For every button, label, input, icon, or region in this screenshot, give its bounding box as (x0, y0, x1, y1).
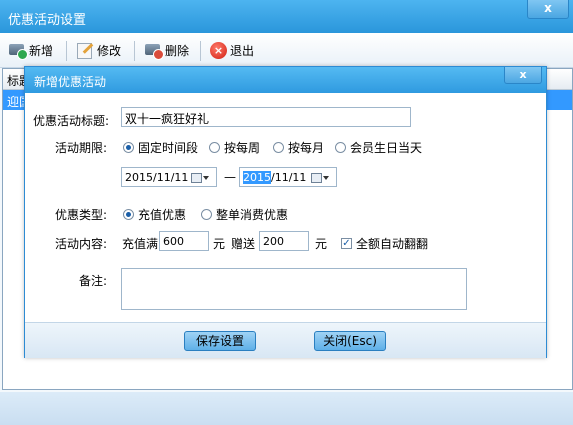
period-label: 活动期限: (55, 141, 108, 155)
period-weekly-label: 按每周 (224, 141, 261, 155)
exit-x-icon: × (210, 41, 227, 59)
toolbar-divider (66, 41, 67, 61)
auto-double-checkbox[interactable]: ✓ 全额自动翻翻 (341, 235, 428, 252)
period-fixed-radio[interactable]: 固定时间段 (123, 139, 198, 156)
bonus-unit-label: 元 (315, 237, 328, 251)
edit-button[interactable]: 修改 (76, 39, 121, 61)
toolbar-divider (134, 41, 135, 61)
dialog-close-button[interactable]: x (504, 67, 542, 84)
add-promotion-dialog: 新增优惠活动 x 优惠活动标题: 双十一疯狂好礼 活动期限: 固定时间段 按每周… (24, 66, 547, 358)
auto-double-label: 全额自动翻翻 (356, 237, 429, 251)
end-date-rest: /11/11 (271, 171, 307, 184)
main-title-bar: 优惠活动设置 x (0, 0, 573, 33)
dialog-title-bar: 新增优惠活动 x (25, 67, 546, 93)
radio-unselected-icon (201, 209, 212, 220)
type-order-label: 整单消费优惠 (216, 208, 289, 222)
start-date-value: 2015/11/11 (125, 171, 189, 184)
start-date-picker[interactable]: 2015/11/11 (121, 167, 217, 187)
calendar-dropdown-icon[interactable] (311, 171, 333, 184)
radio-unselected-icon (209, 142, 220, 153)
type-order-radio[interactable]: 整单消费优惠 (201, 206, 288, 223)
delete-button-label: 删除 (165, 43, 190, 58)
period-fixed-label: 固定时间段 (138, 141, 199, 155)
promotion-type-label: 优惠类型: (55, 208, 108, 222)
radio-unselected-icon (335, 142, 346, 153)
recharge-full-label: 充值满 (122, 237, 159, 251)
end-date-year-highlight: 2015 (243, 171, 271, 184)
end-date-picker[interactable]: 2015/11/11 (239, 167, 337, 187)
save-settings-button[interactable]: 保存设置 (184, 331, 256, 351)
bonus-amount-input[interactable]: 200 (259, 231, 309, 251)
period-birthday-label: 会员生日当天 (350, 141, 423, 155)
main-close-button[interactable]: x (527, 0, 569, 19)
type-recharge-radio[interactable]: 充值优惠 (123, 206, 186, 223)
toolbar: 新增 修改 删除 × 退出 (0, 33, 573, 68)
radio-selected-icon (123, 209, 134, 220)
radio-unselected-icon (273, 142, 284, 153)
checkbox-checked-icon: ✓ (341, 238, 352, 249)
type-recharge-label: 充值优惠 (138, 208, 187, 222)
bonus-label: 赠送 (231, 237, 256, 251)
period-monthly-radio[interactable]: 按每月 (273, 139, 324, 156)
database-delete-icon (144, 42, 164, 60)
remark-textarea[interactable] (121, 268, 467, 310)
toolbar-divider (200, 41, 201, 61)
recharge-amount-input[interactable]: 600 (159, 231, 209, 251)
calendar-dropdown-icon[interactable] (191, 171, 213, 184)
dialog-title: 新增优惠活动 (34, 75, 107, 89)
radio-selected-icon (123, 142, 134, 153)
remark-label: 备注: (79, 274, 108, 288)
edit-button-label: 修改 (97, 43, 122, 58)
period-monthly-label: 按每月 (288, 141, 325, 155)
pencil-edit-icon (76, 42, 94, 59)
end-date-value: 2015/11/11 (243, 171, 306, 184)
promotion-title-input[interactable]: 双十一疯狂好礼 (121, 107, 411, 127)
add-button[interactable]: 新增 (8, 39, 53, 61)
date-separator: — (224, 170, 236, 184)
dialog-footer: 保存设置 关闭(Esc) (25, 322, 546, 358)
close-esc-button[interactable]: 关闭(Esc) (314, 331, 386, 351)
period-birthday-radio[interactable]: 会员生日当天 (335, 139, 422, 156)
promotion-title-label: 优惠活动标题: (33, 114, 110, 128)
add-button-label: 新增 (29, 43, 54, 58)
recharge-unit-label: 元 (213, 237, 226, 251)
status-bar (0, 392, 573, 425)
exit-button-label: 退出 (230, 43, 255, 58)
delete-button[interactable]: 删除 (144, 39, 189, 61)
main-window-title: 优惠活动设置 (8, 13, 87, 28)
database-add-icon (8, 42, 28, 60)
promotion-content-label: 活动内容: (55, 237, 108, 251)
period-weekly-radio[interactable]: 按每周 (209, 139, 260, 156)
exit-button[interactable]: × 退出 (210, 39, 254, 61)
